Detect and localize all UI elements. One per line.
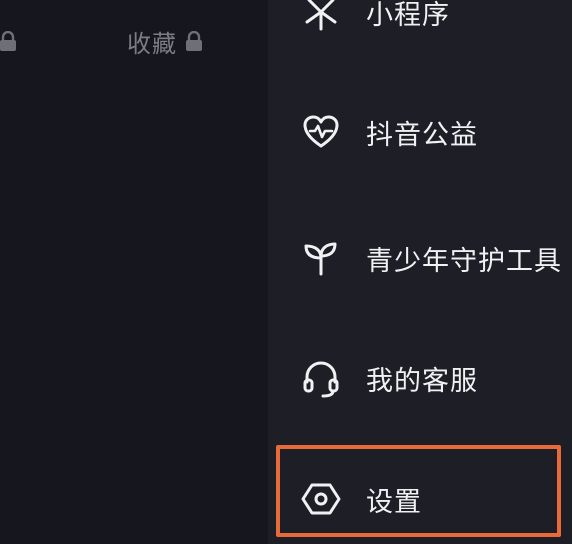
charity-heart-icon <box>300 111 342 153</box>
tab-favorites[interactable]: 收藏 <box>127 26 203 58</box>
screen: 收藏 小程序 抖音公益 青少年守护工具 我的客服 设置 <box>0 0 572 544</box>
menu-item-label: 小程序 <box>366 0 450 31</box>
menu-item-label: 抖音公益 <box>366 119 478 151</box>
menu-item-label: 我的客服 <box>366 365 478 397</box>
menu-item-teen-protection[interactable]: 青少年守护工具 <box>300 232 562 284</box>
menu-item-customer-service[interactable]: 我的客服 <box>300 352 478 404</box>
menu-item-label: 青少年守护工具 <box>366 245 562 277</box>
menu-item-charity[interactable]: 抖音公益 <box>300 106 478 158</box>
mini-program-icon <box>300 0 342 33</box>
lock-icon <box>0 31 16 51</box>
headset-icon <box>300 357 342 399</box>
lock-icon <box>186 31 202 51</box>
tab-favorites-label: 收藏 <box>127 29 177 58</box>
profile-background-pane[interactable]: 收藏 <box>0 0 268 544</box>
menu-item-mini-program[interactable]: 小程序 <box>300 0 450 38</box>
sprout-icon <box>300 237 342 279</box>
settings-highlight-box <box>276 445 561 537</box>
